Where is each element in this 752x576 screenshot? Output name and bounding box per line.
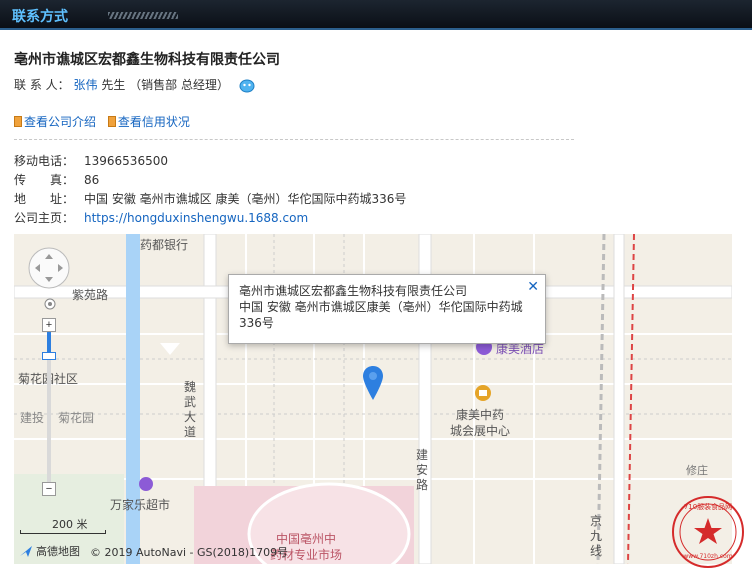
fax-row: 传 真： 86 bbox=[14, 171, 99, 188]
view-company-intro-link[interactable]: 查看公司介绍 bbox=[24, 115, 96, 129]
mobile-value: 13966536500 bbox=[84, 154, 168, 168]
map-label: 药都银行 bbox=[140, 238, 189, 252]
address-value: 中国 安徽 亳州市谯城区 康美（亳州）华佗国际中药城336号 bbox=[84, 192, 407, 206]
popup-address-cont: 336号 bbox=[239, 316, 274, 330]
zoom-slider-handle[interactable] bbox=[42, 352, 56, 360]
pan-control[interactable] bbox=[27, 246, 71, 290]
company-name: 亳州市谯城区宏都鑫生物科技有限责任公司 bbox=[14, 52, 280, 68]
museum-icon bbox=[475, 385, 491, 401]
homepage-label: 公司主页： bbox=[14, 211, 75, 225]
map-label: 紫苑路 bbox=[72, 288, 109, 302]
mobile-label: 移动电话： bbox=[14, 154, 75, 168]
map-label: 京九线 bbox=[590, 514, 603, 558]
popup-pointer bbox=[160, 343, 180, 355]
divider bbox=[14, 139, 574, 140]
homepage-row: 公司主页： https://hongduxinshengwu.1688.com bbox=[14, 209, 308, 226]
homepage-link[interactable]: https://hongduxinshengwu.1688.com bbox=[84, 211, 308, 225]
address-label: 地 址： bbox=[14, 192, 75, 206]
map-label: 建安路 bbox=[416, 448, 429, 492]
section-title: 联系方式 bbox=[12, 9, 68, 25]
popup-company: 亳州市谯城区宏都鑫生物科技有限责任公司 bbox=[239, 284, 468, 298]
zoom-in-button[interactable]: + bbox=[42, 318, 56, 332]
contact-title: 先生 （销售部 总经理） bbox=[101, 78, 229, 92]
shop-icon bbox=[139, 477, 153, 491]
map-label: 城会展中心 bbox=[450, 424, 511, 438]
view-credit-link[interactable]: 查看信用状况 bbox=[118, 115, 190, 129]
zoom-control: + − bbox=[34, 318, 64, 498]
navigation-arrow-icon bbox=[20, 546, 32, 557]
popup-address: 中国 安徽 亳州市谯城区康美（亳州）华佗国际中药城 bbox=[239, 300, 523, 314]
chat-icon[interactable] bbox=[239, 79, 255, 93]
fax-label: 传 真： bbox=[14, 173, 75, 187]
map-brand: 高德地图 bbox=[36, 545, 80, 558]
svg-text:710服装食品网: 710服装食品网 bbox=[684, 502, 732, 511]
header-decoration bbox=[108, 12, 178, 19]
zoom-out-button[interactable]: − bbox=[42, 482, 56, 496]
map[interactable]: 药都银行 紫苑路 菊花园社区 建投 菊花园 魏武大道 康美酒店 康美中药 城会展… bbox=[14, 234, 732, 564]
company-links: 查看公司介绍 查看信用状况 bbox=[14, 113, 198, 130]
watermark-stamp: www.710zh.com 710服装食品网 bbox=[672, 496, 744, 568]
map-label: 魏武大道 bbox=[184, 380, 197, 439]
svg-text:www.710zh.com: www.710zh.com bbox=[683, 553, 732, 560]
location-pin-icon[interactable] bbox=[362, 366, 384, 400]
scale-bar bbox=[20, 530, 106, 534]
locate-icon[interactable] bbox=[44, 298, 56, 310]
map-label: 康美中药 bbox=[456, 408, 505, 422]
map-copyright: © 2019 AutoNavi - GS(2018)1709号 bbox=[90, 546, 289, 559]
contact-row: 联 系 人： 张伟 先生 （销售部 总经理） bbox=[14, 76, 255, 93]
map-label: 万家乐超市 bbox=[110, 498, 171, 512]
contact-name-link[interactable]: 张伟 bbox=[73, 78, 97, 92]
map-label: 修庄 bbox=[686, 464, 708, 477]
address-row: 地 址： 中国 安徽 亳州市谯城区 康美（亳州）华佗国际中药城336号 bbox=[14, 190, 406, 207]
section-header: 联系方式 bbox=[0, 0, 752, 30]
document-icon bbox=[107, 116, 116, 127]
fax-value: 86 bbox=[84, 173, 100, 187]
map-info-window: ✕ 亳州市谯城区宏都鑫生物科技有限责任公司 中国 安徽 亳州市谯城区康美（亳州）… bbox=[228, 274, 546, 344]
contact-label: 联 系 人： bbox=[14, 78, 70, 92]
mobile-row: 移动电话： 13966536500 bbox=[14, 152, 168, 169]
close-icon[interactable]: ✕ bbox=[527, 279, 539, 295]
document-icon bbox=[14, 116, 22, 127]
